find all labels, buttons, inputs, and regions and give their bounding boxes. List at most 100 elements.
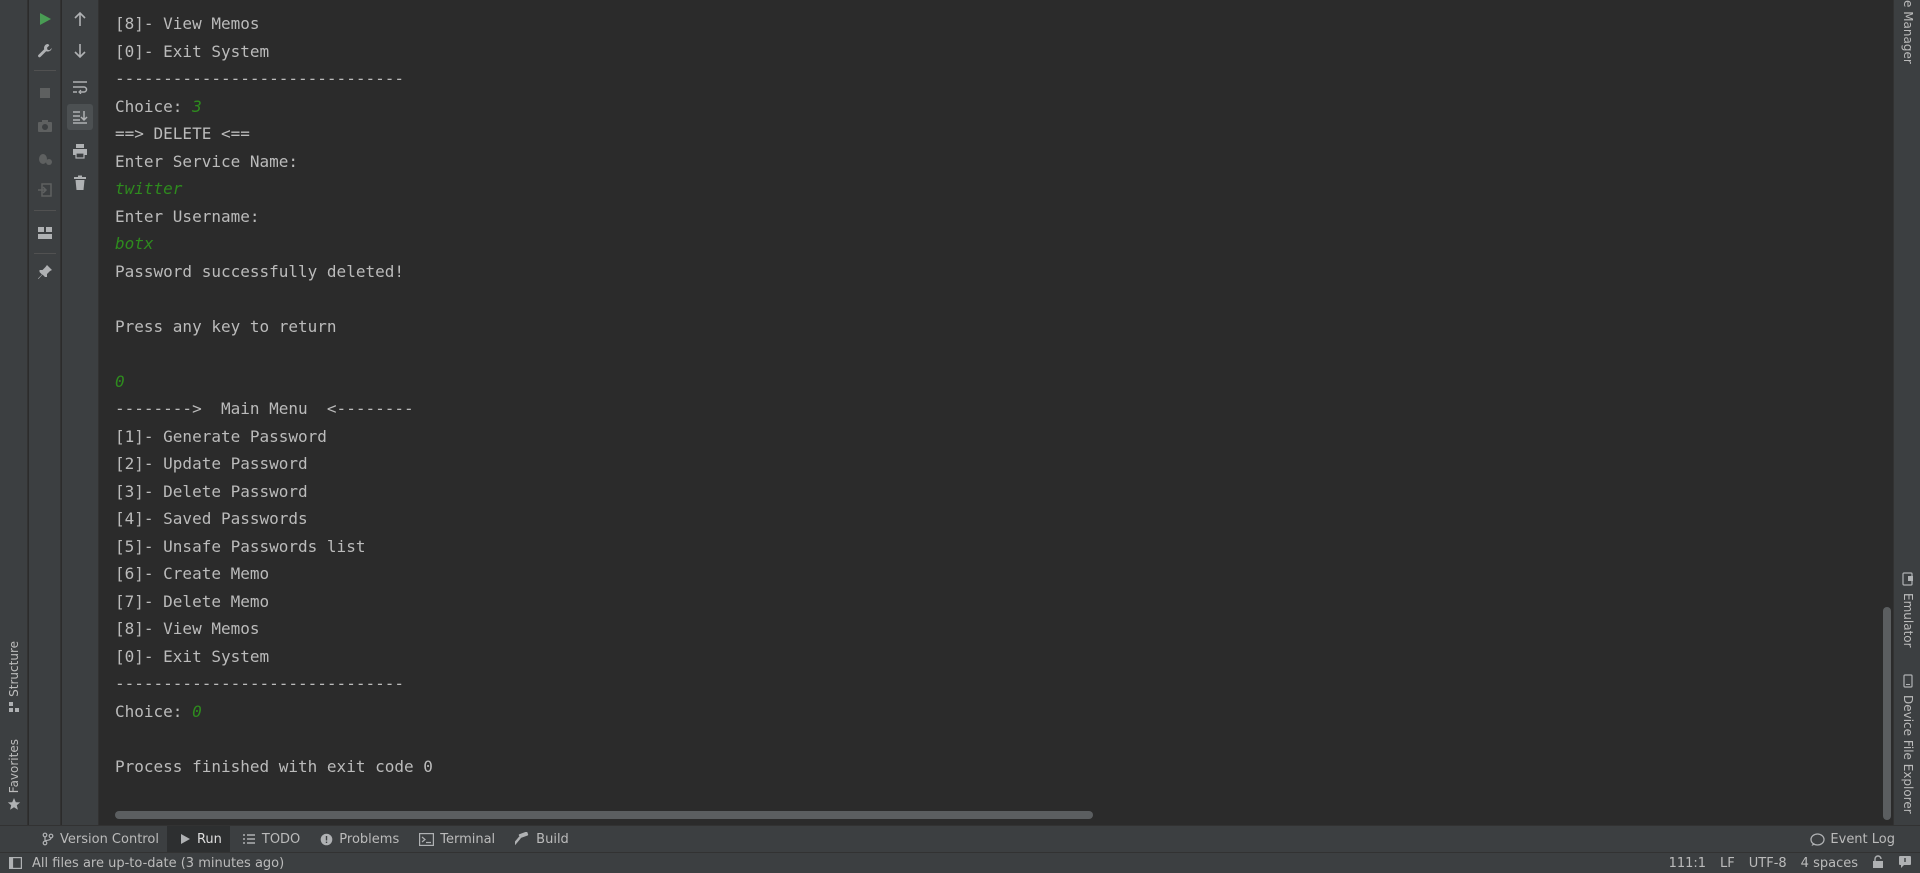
pin-tab-button[interactable] — [32, 259, 58, 285]
branch-icon — [42, 832, 54, 846]
dump-threads-button[interactable] — [32, 113, 58, 139]
console-output-text: [2]- Update Password — [115, 454, 308, 473]
console-output-text: Enter Username: — [115, 206, 260, 226]
debug-settings-button[interactable] — [32, 145, 58, 171]
bug-settings-icon — [37, 150, 53, 166]
console-user-input: 0 — [115, 371, 125, 391]
tab-problems-label: Problems — [339, 831, 400, 847]
console-line: [1]- Generate Password — [115, 423, 433, 451]
device-file-explorer-tab-label: Device File Explorer — [1901, 695, 1915, 814]
rerun-button[interactable] — [32, 6, 58, 32]
console-output-text: ------------------------------ — [115, 674, 404, 693]
structure-tab-label: Structure — [7, 641, 21, 697]
emulator-tab[interactable]: Emulator — [1897, 572, 1919, 648]
emulator-icon — [1902, 572, 1914, 589]
console-output[interactable]: [8]- View Memos [0]- Exit System ---------… — [100, 0, 1879, 825]
scroll-to-end-icon — [72, 110, 88, 124]
console-line: --------> Main Menu <-------- — [115, 395, 433, 423]
indent-setting[interactable]: 4 spaces — [1801, 856, 1858, 871]
scroll-to-end-button[interactable] — [67, 104, 93, 130]
console-user-input: 0 — [192, 701, 202, 721]
console-lines: [8]- View Memos [0]- Exit System ---------… — [115, 10, 433, 780]
console-output-text: [1]- Generate Password — [115, 426, 327, 446]
left-tool-strip: Structure Favorites — [0, 0, 28, 825]
console-line: botx — [115, 230, 433, 258]
manager-tab-label: e Manager — [1901, 0, 1915, 64]
structure-icon — [8, 701, 20, 716]
trash-icon — [73, 175, 87, 191]
console-output-text: [3]- Delete Password — [115, 481, 308, 501]
exit-button[interactable] — [32, 177, 58, 203]
tab-build[interactable]: Build — [503, 826, 577, 853]
console-line: [4]- Saved Passwords — [115, 505, 433, 533]
favorites-tab-label: Favorites — [7, 739, 21, 794]
right-tool-strip: e Manager Emulator Device File Explorer — [1893, 0, 1920, 825]
event-log-label: Event Log — [1830, 832, 1895, 847]
print-button[interactable] — [67, 138, 93, 164]
console-output-text: Choice: — [115, 701, 193, 721]
star-icon — [7, 797, 21, 814]
tab-run[interactable]: Run — [166, 825, 230, 853]
device-icon — [1902, 674, 1914, 691]
status-message[interactable]: All files are up-to-date (3 minutes ago) — [32, 856, 284, 871]
speech-bubble-icon — [1810, 832, 1826, 847]
tool-window-bar: Version Control Run TODO Problems Termin… — [0, 825, 1920, 853]
horizontal-scrollbar[interactable] — [115, 811, 1093, 819]
camera-icon — [37, 119, 53, 133]
tab-terminal-label: Terminal — [440, 831, 496, 847]
tab-todo[interactable]: TODO — [230, 826, 308, 853]
clear-all-button[interactable] — [67, 170, 93, 196]
panel-toggle-icon[interactable] — [9, 857, 22, 869]
info-icon — [320, 833, 333, 846]
device-file-explorer-tab[interactable]: Device File Explorer — [1897, 674, 1919, 814]
edit-configuration-button[interactable] — [32, 38, 58, 64]
tab-todo-label: TODO — [261, 831, 301, 847]
console-line: [6]- Create Memo — [115, 560, 433, 588]
printer-icon — [72, 143, 88, 159]
console-line: [0]- Exit System — [115, 38, 433, 66]
pin-icon — [37, 264, 53, 280]
exit-icon — [37, 182, 53, 198]
console-output-text: [5]- Unsafe Passwords list — [115, 536, 366, 556]
console-output-text: Password successfully deleted! — [115, 261, 404, 281]
console-line: [5]- Unsafe Passwords list — [115, 533, 433, 561]
console-line: Choice: 0 — [115, 698, 433, 726]
lock-icon[interactable] — [1872, 854, 1884, 873]
up-stack-button[interactable] — [67, 6, 93, 32]
vertical-scrollbar[interactable] — [1883, 607, 1891, 820]
console-line: ------------------------------ — [115, 65, 433, 93]
run-toolbar-primary — [29, 0, 61, 825]
structure-tab[interactable]: Structure — [3, 637, 25, 716]
console-line: [3]- Delete Password — [115, 478, 433, 506]
tab-run-label: Run — [196, 831, 222, 847]
favorites-tab[interactable]: Favorites — [3, 735, 25, 814]
manager-tab[interactable]: e Manager — [1897, 0, 1919, 64]
console-line: ==> DELETE <== — [115, 120, 433, 148]
notifications-icon[interactable] — [1898, 855, 1912, 872]
stop-button[interactable] — [32, 80, 58, 106]
soft-wrap-icon — [72, 80, 88, 94]
console-output-text: --------> Main Menu <-------- — [115, 399, 414, 418]
tab-version-control-label: Version Control — [60, 831, 159, 847]
layout-button[interactable] — [32, 220, 58, 246]
tab-version-control[interactable]: Version Control — [30, 826, 167, 853]
line-separator[interactable]: LF — [1720, 856, 1735, 871]
console-output-text: [0]- Exit System — [115, 646, 270, 666]
console-line: Choice: 3 — [115, 93, 433, 121]
tab-problems[interactable]: Problems — [308, 826, 407, 853]
stop-icon — [39, 87, 51, 99]
console-line: Password successfully deleted! — [115, 258, 433, 286]
caret-position[interactable]: 111:1 — [1669, 856, 1706, 871]
console-line: Press any key to return — [115, 313, 433, 341]
console-line: [2]- Update Password — [115, 450, 433, 478]
status-bar: All files are up-to-date (3 minutes ago)… — [0, 852, 1920, 873]
file-encoding[interactable]: UTF-8 — [1749, 856, 1787, 871]
console-output-text: Press any key to return — [115, 316, 337, 336]
tab-terminal[interactable]: Terminal — [407, 826, 503, 853]
soft-wrap-button[interactable] — [67, 74, 93, 100]
console-line: ------------------------------ — [115, 670, 433, 698]
down-stack-button[interactable] — [67, 38, 93, 64]
event-log-button[interactable]: Event Log — [1810, 826, 1895, 853]
run-toolbar-secondary — [62, 0, 99, 825]
